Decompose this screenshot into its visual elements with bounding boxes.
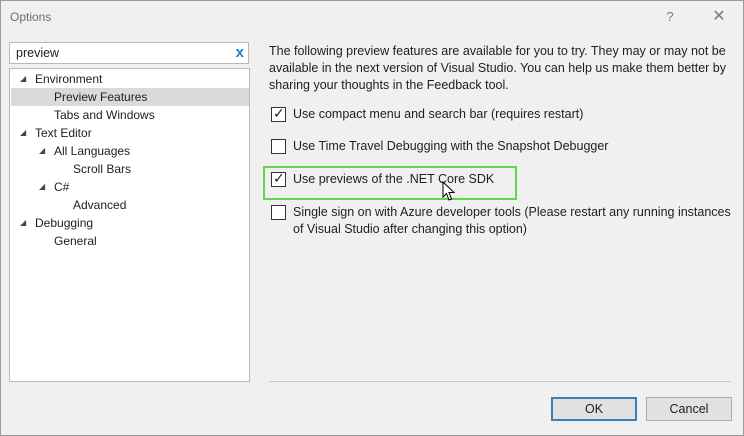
tree-node-csharp[interactable]: ◢ C# (11, 178, 249, 196)
tree-node-tabs-windows[interactable]: Tabs and Windows (11, 106, 249, 124)
tree-node-advanced[interactable]: Advanced (11, 196, 249, 214)
time-travel-checkbox[interactable] (271, 139, 286, 154)
checkmark-icon: ✓ (273, 170, 285, 186)
compact-menu-checkbox[interactable]: ✓ (271, 105, 286, 122)
preview-description: The following preview features are avail… (269, 44, 727, 92)
search-input[interactable]: preview x (9, 42, 249, 64)
option-label[interactable]: Use Time Travel Debugging with the Snaps… (293, 138, 608, 155)
tree-node-label: Debugging (35, 216, 94, 230)
tree-node-debugging[interactable]: ◢ Debugging (11, 214, 249, 232)
mouse-cursor-icon (442, 181, 456, 201)
tree-node-general[interactable]: General (11, 232, 249, 250)
expanded-arrow-icon[interactable]: ◢ (20, 214, 26, 232)
option-label[interactable]: Single sign on with Azure developer tool… (293, 204, 733, 238)
expanded-arrow-icon[interactable]: ◢ (20, 70, 26, 88)
cancel-button[interactable]: Cancel (646, 397, 732, 421)
checkmark-icon: ✓ (273, 105, 285, 121)
tree-node-preview-features[interactable]: Preview Features (11, 88, 249, 106)
ok-button[interactable]: OK (551, 397, 637, 421)
help-button[interactable]: ? (661, 7, 679, 27)
tree-node-label: C# (54, 180, 70, 194)
expanded-arrow-icon[interactable]: ◢ (20, 124, 26, 142)
azure-sso-checkbox[interactable] (271, 205, 286, 220)
tree-node-environment[interactable]: ◢ Environment (11, 70, 249, 88)
option-compact-menu[interactable]: ✓ Use compact menu and search bar (requi… (271, 105, 611, 123)
tree-node-label: Advanced (73, 198, 127, 212)
tree-node-text-editor[interactable]: ◢ Text Editor (11, 124, 249, 142)
tree-node-all-languages[interactable]: ◢ All Languages (11, 142, 249, 160)
button-separator (269, 381, 731, 382)
tree-node-label: All Languages (54, 144, 131, 158)
tree-node-label: Preview Features (54, 90, 148, 104)
option-azure-single-sign-on[interactable]: Single sign on with Azure developer tool… (271, 205, 731, 239)
title-bar: Options ? ✕ (1, 1, 743, 35)
option-net-core-sdk-previews[interactable]: ✓ Use previews of the .NET Core SDK (271, 170, 511, 188)
expanded-arrow-icon[interactable]: ◢ (39, 142, 45, 160)
net-core-sdk-checkbox[interactable]: ✓ (271, 170, 286, 187)
clear-search-icon[interactable]: x (236, 44, 244, 62)
tree-node-scroll-bars[interactable]: Scroll Bars (11, 160, 249, 178)
option-label[interactable]: Use compact menu and search bar (require… (293, 106, 583, 123)
option-label[interactable]: Use previews of the .NET Core SDK (293, 171, 494, 188)
option-time-travel-debugging[interactable]: Use Time Travel Debugging with the Snaps… (271, 139, 631, 155)
tree-node-label: Environment (35, 72, 103, 86)
tree-node-label: Scroll Bars (73, 162, 132, 176)
options-dialog: Options ? ✕ preview x ◢ Environment Prev… (0, 0, 744, 436)
search-input-value: preview (16, 46, 60, 60)
tree-node-label: General (54, 234, 97, 248)
close-button[interactable]: ✕ (709, 7, 729, 27)
tree-node-label: Text Editor (35, 126, 92, 140)
window-title: Options (10, 10, 52, 24)
options-tree[interactable]: ◢ Environment Preview Features Tabs and … (9, 68, 250, 382)
tree-node-label: Tabs and Windows (54, 108, 155, 122)
expanded-arrow-icon[interactable]: ◢ (39, 178, 45, 196)
